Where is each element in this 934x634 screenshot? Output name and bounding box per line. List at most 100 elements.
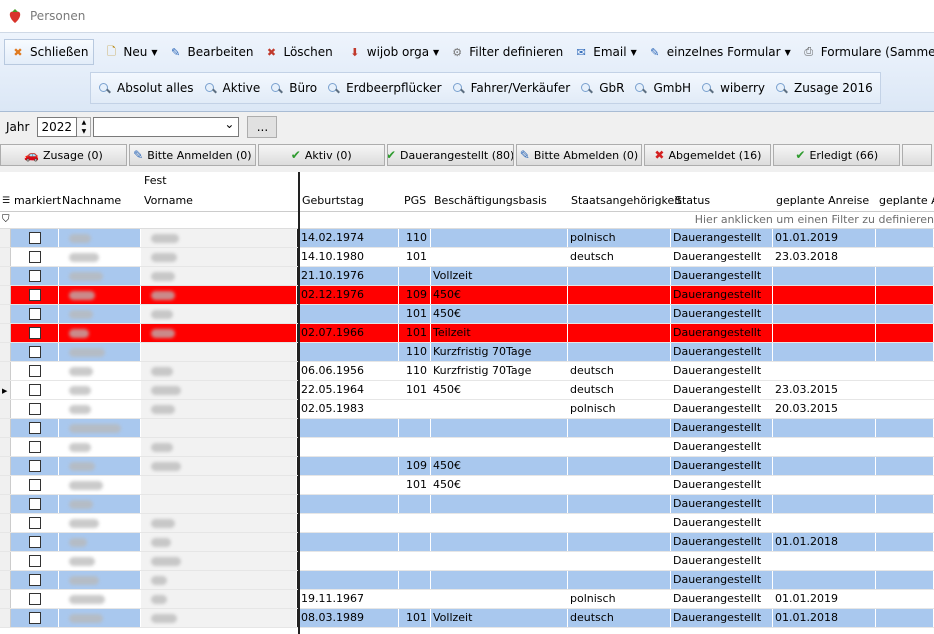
column-header[interactable]: Status — [675, 194, 710, 207]
row-checkbox[interactable] — [28, 479, 41, 491]
row-checkbox[interactable] — [28, 289, 41, 301]
table-row[interactable]: 06.06.1956 110 Kurzfristig 70Tage deutsch Da… — [0, 362, 934, 381]
chevron-down-icon[interactable]: ▼ — [631, 48, 637, 57]
column-header[interactable]: geplante Ab — [879, 194, 934, 207]
table-row[interactable]: 110 Kurzfristig 70Tage Dauerangestellt — [0, 343, 934, 362]
redacted-name — [69, 461, 95, 471]
toolbar-button-filter-definieren[interactable]: ⚙ Filter definieren — [444, 39, 568, 65]
filter-combo[interactable] — [93, 117, 240, 137]
table-cell — [59, 514, 141, 532]
table-cell — [11, 514, 59, 532]
table-row[interactable]: 02.12.1976 109 450€ Dauerangestellt — [0, 286, 934, 305]
status-tab[interactable]: ✎ Bitte Abmelden (0) — [515, 144, 643, 166]
row-checkbox[interactable] — [28, 232, 41, 244]
search-icon — [634, 82, 647, 95]
status-tab[interactable]: ✔ Aktiv (0) — [257, 144, 385, 166]
year-spinner[interactable]: ▲ ▼ — [77, 117, 92, 137]
cell-pgs — [399, 400, 431, 418]
row-checkbox[interactable] — [28, 441, 41, 453]
table-row[interactable]: Dauerangestellt — [0, 571, 934, 590]
table-row[interactable]: ▶ 22.05.1964 101 450€ deutsch Dauerangestellt… — [0, 381, 934, 400]
status-tab[interactable]: ✖ Abgemeldet (16) — [644, 144, 772, 166]
chevron-down-icon[interactable]: ▼ — [151, 48, 157, 57]
column-header[interactable]: PGS — [404, 194, 426, 207]
row-checkbox[interactable] — [28, 498, 41, 510]
filter-button[interactable]: Absolut alles — [93, 75, 199, 101]
table-row[interactable]: 101 450€ Dauerangestellt — [0, 305, 934, 324]
row-checkbox[interactable] — [28, 555, 41, 567]
row-checkbox[interactable] — [28, 612, 41, 624]
table-row[interactable]: 109 450€ Dauerangestellt — [0, 457, 934, 476]
table-row[interactable]: Dauerangestellt — [0, 438, 934, 457]
toolbar-button-email[interactable]: ✉ Email ▼ — [568, 39, 641, 65]
table-row[interactable]: 14.10.1980 101 deutsch Dauerangestellt 23.03… — [0, 248, 934, 267]
row-checkbox[interactable] — [28, 593, 41, 605]
toolbar-button-bearbeiten[interactable]: ✎ Bearbeiten — [163, 39, 259, 65]
table-row[interactable]: Dauerangestellt — [0, 514, 934, 533]
toolbar-button-neu[interactable]: 🗋 Neu ▼ — [98, 39, 162, 65]
column-header[interactable]: Beschäftigungsbasis — [434, 194, 547, 207]
filter-button[interactable]: wiberry — [696, 75, 770, 101]
filter-button[interactable]: Erdbeerpflücker — [322, 75, 446, 101]
row-checkbox[interactable] — [28, 403, 41, 415]
filter-button[interactable]: GbR — [575, 75, 629, 101]
table-row[interactable]: Dauerangestellt — [0, 552, 934, 571]
spin-up-icon[interactable]: ▲ — [77, 118, 90, 127]
cell-basis — [431, 495, 568, 513]
filter-button[interactable]: Aktive — [199, 75, 266, 101]
table-row[interactable]: 14.02.1974 110 polnisch Dauerangestellt 01.0… — [0, 229, 934, 248]
status-tab[interactable]: 🚗 Zusage (0) — [0, 144, 127, 166]
more-button[interactable]: ... — [247, 116, 278, 138]
status-tab-overflow[interactable] — [902, 144, 932, 166]
toolbar-button-schließen[interactable]: ✖ Schließen — [4, 39, 95, 65]
table-row[interactable]: 02.05.1983 polnisch Dauerangestellt 20.03.2… — [0, 400, 934, 419]
table-row[interactable]: Dauerangestellt — [0, 419, 934, 438]
filter-button[interactable]: Zusage 2016 — [770, 75, 878, 101]
toolbar-button-formulare-sammeldruck-[interactable]: ⎙ Formulare (Sammeldruck) — [796, 39, 934, 65]
filter-button[interactable]: Fahrer/Verkäufer — [447, 75, 576, 101]
table-row[interactable]: Dauerangestellt 01.01.2018 — [0, 533, 934, 552]
column-header[interactable]: Nachname — [62, 194, 121, 207]
row-checkbox[interactable] — [28, 574, 41, 586]
row-checkbox[interactable] — [28, 517, 41, 529]
row-checkbox[interactable] — [28, 384, 41, 396]
row-checkbox[interactable] — [28, 460, 41, 472]
toolbar-button-einzelnes-formular[interactable]: ✎ einzelnes Formular ▼ — [642, 39, 796, 65]
column-chooser-icon[interactable]: ☰ — [2, 197, 10, 206]
column-header[interactable]: markiert — [14, 194, 61, 207]
table-row[interactable]: 101 450€ Dauerangestellt — [0, 476, 934, 495]
spin-down-icon[interactable]: ▼ — [77, 127, 90, 136]
column-header[interactable]: geplante Anreise — [776, 194, 869, 207]
table-cell — [876, 533, 934, 551]
row-checkbox[interactable] — [28, 346, 41, 358]
toolbar-button-wijob-orga[interactable]: ⬇ wijob orga ▼ — [342, 39, 444, 65]
filter-row[interactable]: ⛉ Hier anklicken um einen Filter zu defi… — [0, 212, 934, 229]
row-checkbox[interactable] — [28, 327, 41, 339]
cell-anreise — [773, 438, 876, 456]
filter-button[interactable]: GmbH — [629, 75, 696, 101]
column-header[interactable]: Geburtstag — [302, 194, 364, 207]
row-checkbox[interactable] — [28, 422, 41, 434]
chevron-down-icon[interactable]: ▼ — [433, 48, 439, 57]
table-row[interactable]: 21.10.1976 Vollzeit Dauerangestellt — [0, 267, 934, 286]
row-checkbox[interactable] — [28, 251, 41, 263]
filter-button[interactable]: Büro — [265, 75, 322, 101]
table-row[interactable]: 08.03.1989 101 Vollzeit deutsch Dauerangeste… — [0, 609, 934, 628]
column-header[interactable]: Staatsangehörigkeit — [571, 194, 682, 207]
redacted-name — [151, 556, 181, 566]
table-row[interactable]: 19.11.1967 polnisch Dauerangestellt 01.01.2… — [0, 590, 934, 609]
row-checkbox[interactable] — [28, 270, 41, 282]
column-header[interactable]: Vorname — [144, 194, 193, 207]
year-input[interactable]: 2022 — [37, 117, 78, 137]
redacted-name — [151, 366, 173, 376]
row-checkbox[interactable] — [28, 308, 41, 320]
status-tab[interactable]: ✔ Dauerangestellt (80) — [386, 144, 514, 166]
table-row[interactable]: 02.07.1966 101 Teilzeit Dauerangestellt — [0, 324, 934, 343]
toolbar-button-löschen[interactable]: ✖ Löschen — [258, 39, 337, 65]
table-row[interactable]: Dauerangestellt — [0, 495, 934, 514]
status-tab[interactable]: ✎ Bitte Anmelden (0) — [128, 144, 256, 166]
status-tab[interactable]: ✔ Erledigt (66) — [773, 144, 901, 166]
chevron-down-icon[interactable]: ▼ — [785, 48, 791, 57]
row-checkbox[interactable] — [28, 536, 41, 548]
row-checkbox[interactable] — [28, 365, 41, 377]
